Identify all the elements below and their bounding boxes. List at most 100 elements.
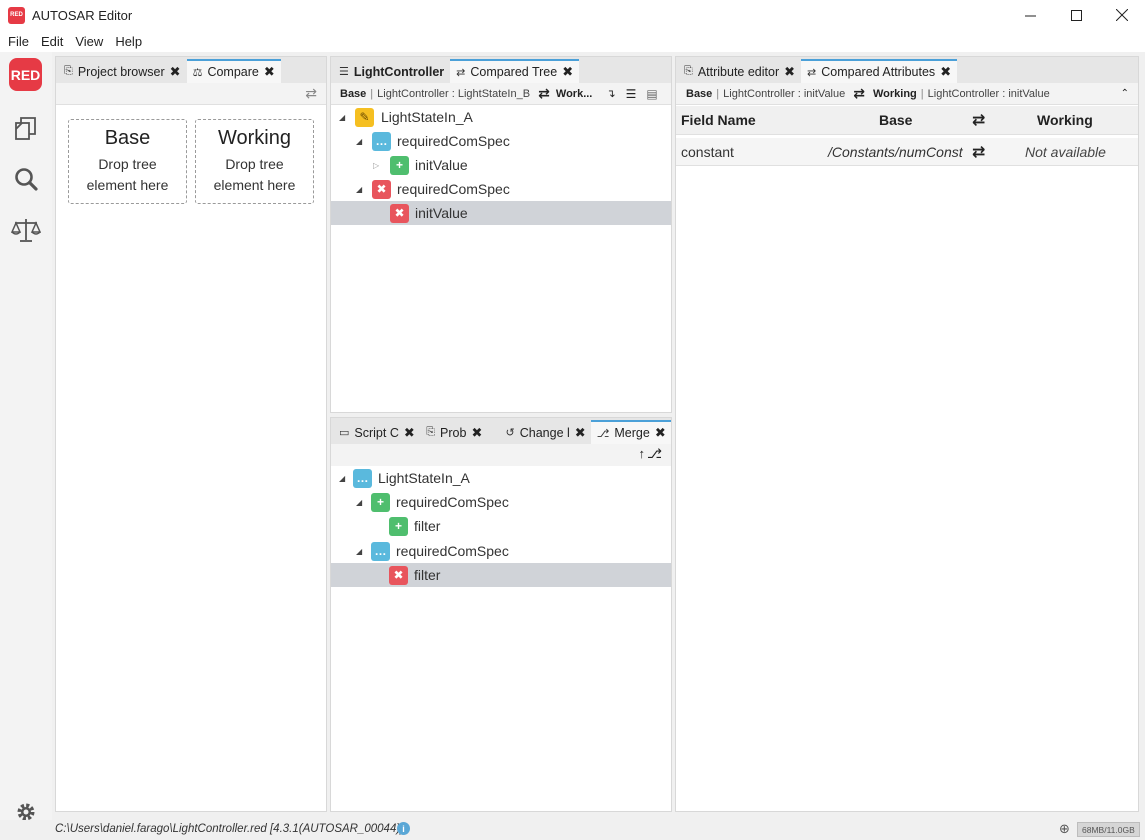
info-icon[interactable]: i xyxy=(397,822,410,835)
working-drop-zone[interactable]: Working Drop tree element here xyxy=(195,119,314,204)
expanded-caret-icon[interactable]: ◢ xyxy=(356,498,362,507)
swap-icon[interactable]: ⇄ xyxy=(853,85,865,102)
added-icon: + xyxy=(390,155,409,175)
swap-icon[interactable]: ⇄ xyxy=(538,85,550,102)
list-icon[interactable]: ☰ xyxy=(626,87,637,101)
maximize-button[interactable] xyxy=(1053,0,1099,30)
tab-lightcontroller[interactable]: ☰ LightController xyxy=(333,60,451,83)
field-name-cell: constant xyxy=(681,143,734,160)
next-difference-icon[interactable]: ↴ xyxy=(606,87,615,100)
tab-problems[interactable]: ⎘ Prob ✖ xyxy=(420,421,500,444)
minimize-button[interactable] xyxy=(1007,0,1053,30)
expanded-caret-icon[interactable]: ◢ xyxy=(356,185,362,194)
activity-rail: RED xyxy=(0,52,52,821)
base-header[interactable]: Base xyxy=(879,106,912,134)
tab-compared-attributes[interactable]: ⇄ Compared Attributes ✖ xyxy=(801,59,958,83)
swap-value-icon[interactable]: ⇄ xyxy=(972,138,985,165)
memory-indicator[interactable]: 68MB/11.0GB xyxy=(1077,822,1140,837)
menu-bar: File Edit View Help xyxy=(0,30,1145,52)
files-icon: ⎘ xyxy=(684,65,693,77)
close-tab-icon[interactable]: ✖ xyxy=(170,64,181,80)
base-path: LightController : initValue xyxy=(723,87,846,100)
swap-icon[interactable]: ⇄ xyxy=(305,85,317,102)
tree-row[interactable]: ◢ ✎ LightStateIn_A xyxy=(331,105,671,129)
node-label: filter xyxy=(414,567,441,583)
node-label: requiredComSpec xyxy=(397,181,510,197)
expanded-caret-icon[interactable]: ◢ xyxy=(339,474,345,483)
tab-merge[interactable]: ⎇ Merge ✖ xyxy=(590,420,671,444)
minimize-icon xyxy=(1024,15,1036,16)
merge-icon: ⎇ xyxy=(596,427,610,440)
merge-icon[interactable]: ⎇ xyxy=(647,446,662,462)
changed-icon: … xyxy=(371,541,390,561)
collapsed-caret-icon[interactable]: ▷ xyxy=(373,161,379,170)
working-label: Working xyxy=(872,87,917,100)
status-bar: C:\Users\daniel.farago\LightController.r… xyxy=(0,820,1145,840)
merge-row-selected[interactable]: ✖ filter xyxy=(331,563,671,587)
tree-row[interactable]: ▷ + initValue xyxy=(331,153,671,177)
menu-file[interactable]: File xyxy=(2,34,35,49)
merge-row[interactable]: ◢ + requiredComSpec xyxy=(331,490,671,514)
files-icon[interactable] xyxy=(10,112,42,144)
close-button[interactable] xyxy=(1099,0,1145,30)
merge-row[interactable]: + filter xyxy=(331,514,671,538)
node-label: requiredComSpec xyxy=(397,133,510,149)
expanded-caret-icon[interactable]: ◢ xyxy=(356,137,362,146)
field-name-header[interactable]: Field Name xyxy=(681,106,756,134)
node-label: requiredComSpec xyxy=(396,543,509,559)
working-header[interactable]: Working xyxy=(1037,106,1093,134)
apply-merge-icon[interactable]: ↑ xyxy=(639,446,646,461)
close-tab-icon[interactable]: ✖ xyxy=(404,425,415,441)
list-icon: ☰ xyxy=(339,66,349,78)
scale-icon[interactable] xyxy=(10,214,42,246)
tab-attribute-editor[interactable]: ⎘ Attribute editor ✖ xyxy=(678,60,802,83)
swap-icon: ⇄ xyxy=(807,66,817,79)
close-tab-icon[interactable]: ✖ xyxy=(575,425,586,441)
tab-compared-tree[interactable]: ⇄ Compared Tree ✖ xyxy=(450,59,580,83)
swap-all-icon[interactable]: ⇄ xyxy=(972,106,985,134)
swap-icon: ⇄ xyxy=(456,66,466,79)
network-icon[interactable]: ⊕ xyxy=(1059,821,1070,837)
close-tab-icon[interactable]: ✖ xyxy=(264,64,275,80)
tab-script-console[interactable]: ▭ Script C ✖ xyxy=(333,421,421,444)
merge-toolbar: ↑ ⎇ xyxy=(331,444,671,466)
close-tab-icon[interactable]: ✖ xyxy=(562,64,573,80)
expanded-caret-icon[interactable]: ◢ xyxy=(356,547,362,556)
files-icon: ⎘ xyxy=(64,65,73,77)
terminal-icon: ▭ xyxy=(339,427,350,439)
base-drop-zone[interactable]: Base Drop tree element here xyxy=(68,119,187,204)
compared-tree-pane: ☰ LightController ⇄ Compared Tree ✖ Base… xyxy=(330,56,672,413)
tree-compare-bar: Base | LightController : LightStateIn_B … xyxy=(331,83,671,105)
close-tab-icon[interactable]: ✖ xyxy=(784,64,795,80)
tree-row[interactable]: ◢ … requiredComSpec xyxy=(331,129,671,153)
search-icon[interactable] xyxy=(10,163,42,195)
tree-row[interactable]: ◢ ✖ requiredComSpec xyxy=(331,177,671,201)
close-tab-icon[interactable]: ✖ xyxy=(940,64,951,80)
menu-edit[interactable]: Edit xyxy=(35,34,69,49)
attr-row[interactable]: constant /Constants/numConst ⇄ Not avail… xyxy=(676,138,1138,166)
merge-row[interactable]: ◢ … requiredComSpec xyxy=(331,539,671,563)
tab-compare[interactable]: ⚖ Compare ✖ xyxy=(186,59,281,83)
tab-change-log[interactable]: ↺ Change l ✖ xyxy=(499,421,591,444)
compare-toolbar: ⇄ xyxy=(56,83,326,105)
expanded-caret-icon[interactable]: ◢ xyxy=(339,113,345,122)
node-label: requiredComSpec xyxy=(396,494,509,510)
close-tab-icon[interactable]: ✖ xyxy=(471,425,482,441)
tab-project-browser[interactable]: ⎘ Project browser ✖ xyxy=(58,60,187,83)
base-label: Base xyxy=(686,87,713,100)
red-logo[interactable]: RED xyxy=(9,58,42,91)
document-icon[interactable]: ▤ xyxy=(646,87,657,101)
added-icon: + xyxy=(371,492,390,512)
tree-row-selected[interactable]: ✖ initValue xyxy=(331,201,671,225)
menu-view[interactable]: View xyxy=(69,34,109,49)
working-value-cell: Not available xyxy=(1025,143,1106,160)
close-tab-icon[interactable]: ✖ xyxy=(655,425,666,441)
base-title: Base xyxy=(104,127,151,149)
tab-label: Compare xyxy=(207,65,259,79)
merge-row[interactable]: ◢ … LightStateIn_A xyxy=(331,466,671,490)
menu-help[interactable]: Help xyxy=(109,34,148,49)
changed-icon: … xyxy=(372,131,391,151)
collapse-icon[interactable]: ⌃ xyxy=(1121,88,1129,99)
changed-icon: … xyxy=(353,468,372,488)
removed-icon: ✖ xyxy=(389,565,408,585)
